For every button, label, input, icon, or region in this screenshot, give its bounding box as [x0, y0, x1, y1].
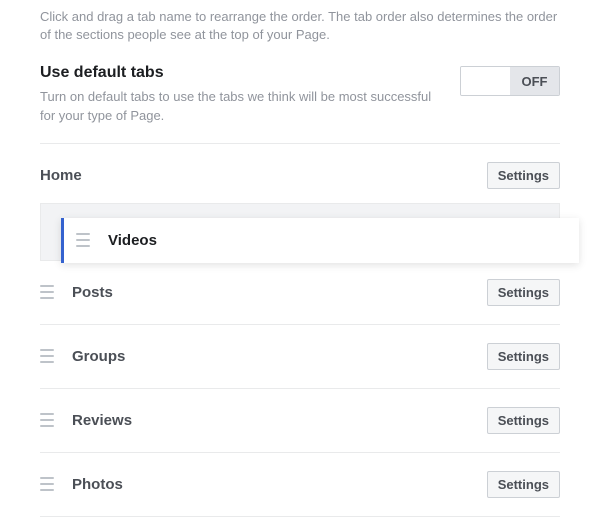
tab-row-reviews[interactable]: Reviews Settings	[40, 389, 560, 453]
intro-text: Click and drag a tab name to rearrange t…	[40, 0, 560, 64]
drag-placeholder: Videos	[40, 203, 560, 261]
default-tabs-title: Use default tabs	[40, 64, 440, 82]
tab-settings-button[interactable]: Settings	[487, 279, 560, 306]
default-tabs-section: Use default tabs Turn on default tabs to…	[40, 64, 560, 143]
tab-label: Photos	[72, 476, 123, 493]
home-label: Home	[40, 167, 82, 184]
tab-settings-button[interactable]: Settings	[487, 343, 560, 370]
home-settings-button[interactable]: Settings	[487, 162, 560, 189]
toggle-on-half	[461, 67, 510, 95]
default-tabs-toggle[interactable]: OFF	[460, 66, 560, 96]
drag-handle-icon[interactable]	[76, 233, 90, 247]
tab-row-posts[interactable]: Posts Settings	[40, 261, 560, 325]
tab-label: Groups	[72, 348, 125, 365]
tab-settings-button[interactable]: Settings	[487, 471, 560, 498]
dragged-item-label: Videos	[108, 232, 157, 249]
tab-label: Posts	[72, 284, 113, 301]
tab-label: Reviews	[72, 412, 132, 429]
tab-row-groups[interactable]: Groups Settings	[40, 325, 560, 389]
tab-row-photos[interactable]: Photos Settings	[40, 453, 560, 517]
default-tabs-description: Turn on default tabs to use the tabs we …	[40, 88, 440, 124]
home-row: Home Settings	[40, 144, 560, 203]
toggle-off-label: OFF	[510, 67, 559, 95]
drag-handle-icon[interactable]	[40, 413, 54, 427]
drag-handle-icon[interactable]	[40, 285, 54, 299]
tab-settings-button[interactable]: Settings	[487, 407, 560, 434]
dragged-tab-videos[interactable]: Videos	[61, 218, 579, 263]
drag-handle-icon[interactable]	[40, 349, 54, 363]
drag-handle-icon[interactable]	[40, 477, 54, 491]
